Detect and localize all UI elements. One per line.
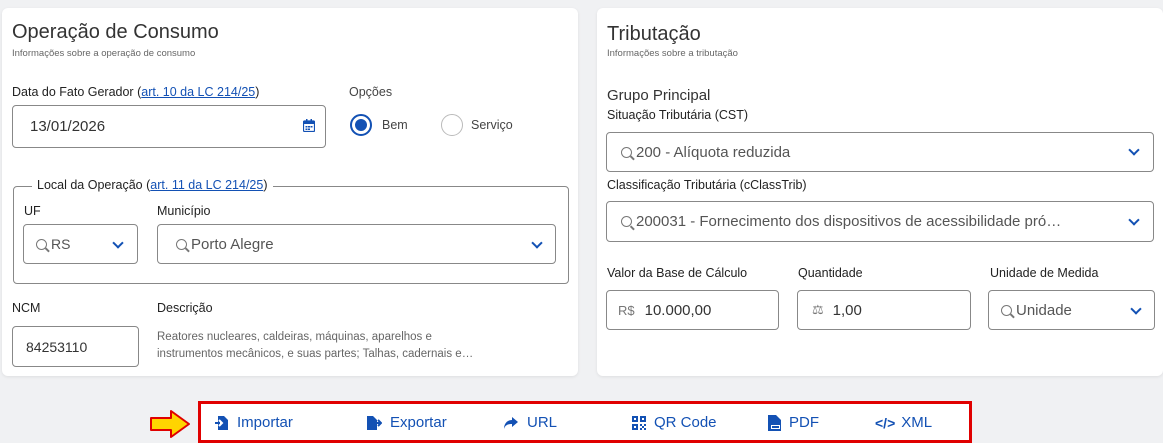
search-icon (36, 238, 47, 250)
unit-label: Unidade de Medida (990, 266, 1099, 280)
options-label: Opções (349, 85, 393, 99)
export-icon (367, 415, 382, 430)
local-legend: Local da Operação (art. 11 da LC 214/25) (32, 178, 273, 192)
descricao-line-2: instrumentos mecânicos, e suas partes; T… (157, 348, 474, 360)
tributacao-subtitle: Informações sobre a tributação (607, 48, 738, 59)
chevron-down-icon (1128, 144, 1140, 156)
class-value: 200031 - Fornecimento dos dispositivos d… (636, 213, 1062, 230)
municipio-select[interactable]: Porto Alegre (157, 224, 556, 264)
option-servico-label[interactable]: Serviço (471, 118, 513, 132)
uf-select[interactable]: RS (23, 224, 138, 264)
qty-input[interactable]: ⚖ 1,00 (797, 290, 971, 330)
importar-button[interactable]: Importar (215, 414, 293, 431)
uf-value: RS (51, 236, 71, 252)
class-select[interactable]: 200031 - Fornecimento dos dispositivos d… (606, 201, 1154, 242)
ncm-value: 84253110 (26, 338, 88, 355)
uf-label: UF (24, 204, 41, 218)
tributacao-card: Tributação Informações sobre a tributaçã… (597, 8, 1163, 376)
date-law-link[interactable]: art. 10 da LC 214/25 (141, 85, 255, 99)
unit-select[interactable]: Unidade (988, 290, 1155, 330)
action-toolbar: Importar Exportar URL QR Code PDF </> XM… (198, 401, 972, 443)
qr-code-icon (632, 415, 646, 430)
share-arrow-icon (504, 416, 518, 429)
tributacao-title: Tributação (607, 23, 701, 45)
consumo-card: Operação de Consumo Informações sobre a … (2, 8, 578, 376)
ncm-input[interactable]: 84253110 (12, 326, 139, 367)
base-value: 10.000,00 (644, 301, 712, 319)
consumo-title: Operação de Consumo (12, 21, 219, 43)
option-servico-radio[interactable] (441, 114, 463, 136)
base-input[interactable]: R$ 10.000,00 (606, 290, 779, 330)
option-bem-label[interactable]: Bem (382, 118, 408, 132)
descricao-line-1: Reatores nucleares, caldeiras, máquinas,… (157, 331, 432, 343)
search-icon (621, 216, 632, 227)
exportar-label: Exportar (390, 414, 447, 431)
pdf-label: PDF (789, 414, 819, 431)
importar-label: Importar (237, 414, 293, 431)
option-bem-radio[interactable] (350, 114, 372, 136)
ncm-label: NCM (12, 301, 41, 315)
currency-prefix: R$ (618, 302, 635, 318)
xml-label: XML (901, 414, 933, 431)
cst-value: 200 - Alíquota reduzida (636, 143, 791, 161)
group-label: Grupo Principal (607, 87, 711, 104)
municipio-value: Porto Alegre (191, 235, 274, 253)
pointer-arrow-icon (150, 410, 190, 438)
consumo-subtitle: Informações sobre a operação de consumo (12, 48, 196, 59)
date-label: Data do Fato Gerador (art. 10 da LC 214/… (12, 85, 260, 99)
chevron-down-icon (531, 237, 543, 249)
descricao-text: Reatores nucleares, caldeiras, máquinas,… (157, 329, 473, 363)
xml-button[interactable]: </> XML (875, 414, 932, 431)
qty-label: Quantidade (798, 266, 863, 280)
scale-icon: ⚖ (812, 302, 824, 317)
chevron-down-icon (1128, 214, 1140, 226)
search-icon (1001, 304, 1012, 316)
pdf-file-icon (768, 414, 781, 431)
cst-label: Situação Tributária (CST) (607, 108, 749, 122)
search-icon (621, 146, 632, 158)
calendar-icon[interactable] (303, 119, 315, 132)
descricao-label: Descrição (157, 301, 213, 315)
chevron-down-icon (1130, 303, 1142, 315)
class-label: Classificação Tributária (cClassTrib) (607, 178, 807, 192)
pdf-button[interactable]: PDF (768, 414, 819, 431)
url-button[interactable]: URL (503, 414, 557, 431)
local-law-link[interactable]: art. 11 da LC 214/25 (150, 178, 263, 192)
date-value: 13/01/2026 (30, 118, 106, 135)
cst-select[interactable]: 200 - Alíquota reduzida (606, 132, 1154, 172)
qrcode-button[interactable]: QR Code (632, 414, 717, 431)
chevron-down-icon (112, 237, 124, 249)
search-icon (176, 238, 187, 250)
municipio-label: Município (157, 204, 211, 218)
date-input[interactable]: 13/01/2026 (12, 105, 326, 148)
code-icon: </> (875, 414, 896, 431)
date-label-text: Data do Fato Gerador (12, 85, 138, 99)
qty-value: 1,00 (832, 301, 862, 319)
local-legend-text: Local da Operação (37, 178, 147, 192)
import-icon (215, 415, 228, 430)
exportar-button[interactable]: Exportar (366, 414, 447, 431)
base-label: Valor da Base de Cálculo (607, 266, 748, 280)
unit-value: Unidade (1016, 301, 1072, 319)
url-label: URL (527, 414, 558, 431)
qrcode-label: QR Code (654, 414, 717, 431)
